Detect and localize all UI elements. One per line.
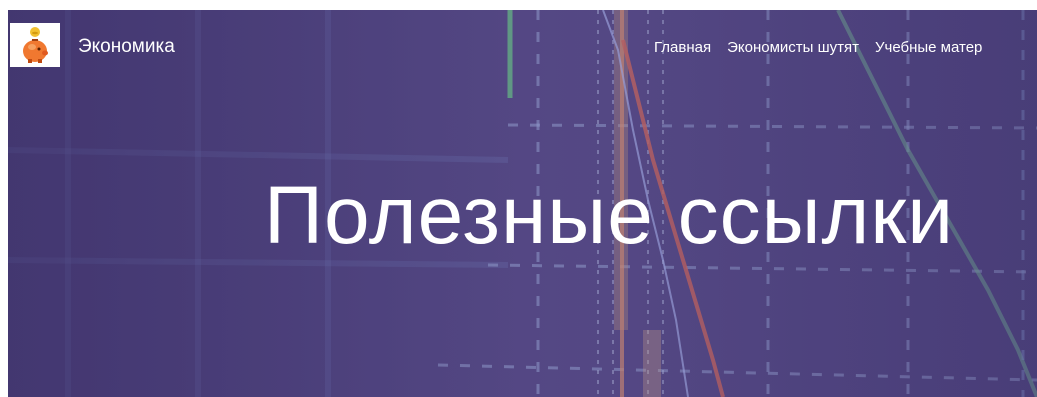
nav-link-home[interactable]: Главная: [654, 39, 711, 57]
nav-link-jokes[interactable]: Экономисты шутят: [727, 39, 859, 57]
logo[interactable]: [10, 23, 60, 67]
page-title: Полезные ссылки: [264, 170, 955, 261]
navbar: Экономика Главная Экономисты шутят Учебн…: [8, 10, 1037, 76]
piggy-bank-coin-icon: [23, 27, 48, 63]
brand-title[interactable]: Экономика: [78, 36, 175, 58]
nav-link-materials[interactable]: Учебные матер: [875, 39, 982, 57]
hero-section: Экономика Главная Экономисты шутят Учебн…: [8, 10, 1037, 397]
page: Экономика Главная Экономисты шутят Учебн…: [0, 0, 1037, 397]
main-nav: Главная Экономисты шутят Учебные матер: [654, 39, 998, 57]
